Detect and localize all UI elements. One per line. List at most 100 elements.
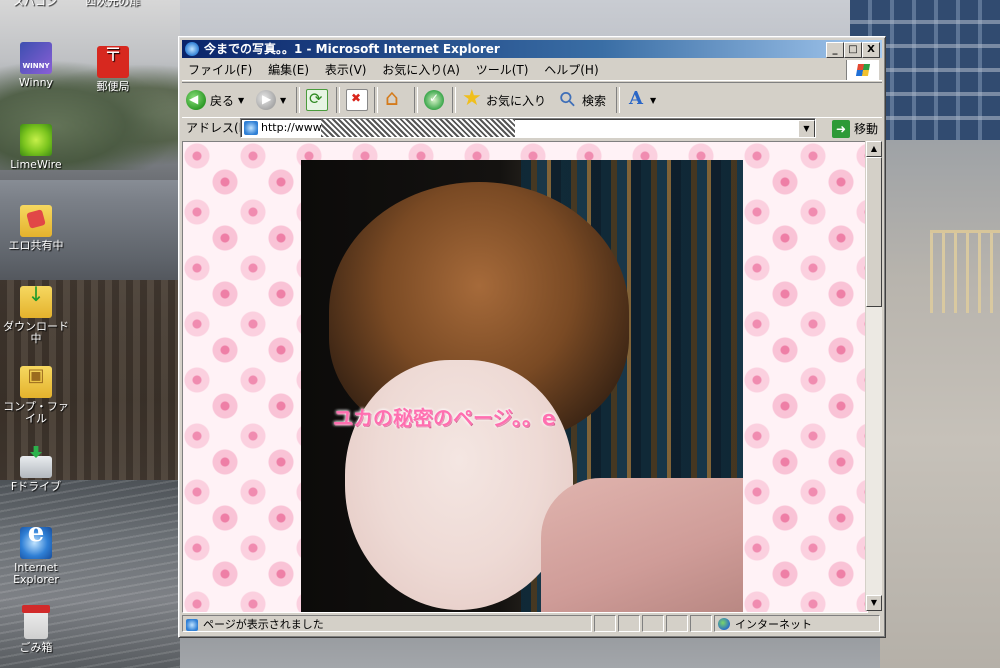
menu-favorites[interactable]: お気に入り(A) [376,60,466,80]
menu-help[interactable]: ヘルプ(H) [538,60,604,80]
scroll-up-button[interactable]: ▲ [866,141,882,157]
toolbar-separator [296,87,300,113]
forward-button[interactable]: ▼ [256,87,286,113]
back-arrow-icon [186,90,206,110]
font-icon [626,88,646,110]
stop-button[interactable] [346,87,368,113]
history-icon [424,90,444,110]
desktop-icon-label: Winny [18,76,54,89]
scroll-down-button[interactable]: ▼ [866,595,882,611]
toolbar: 戻る ▼ ▼ お気に入り 検索 ▼ [182,82,882,118]
address-input[interactable]: http://www. ▼ [240,118,816,138]
scroll-thumb[interactable] [866,157,882,307]
page-photo [301,160,743,612]
maximize-button[interactable]: □ [844,42,862,58]
toolbar-separator [414,87,418,113]
censored-url-mosaic [321,119,515,137]
photo-shirt [541,478,743,612]
vertical-scrollbar[interactable]: ▲ ▼ [865,141,882,611]
desktop-icon-label: ごみ箱 [19,641,53,654]
folder-icon [20,205,52,237]
font-size-button[interactable]: ▼ [626,87,656,113]
menu-tools[interactable]: ツール(T) [470,60,535,80]
favorites-button[interactable]: お気に入り [462,86,547,113]
desktop-icon-compressed-folder[interactable]: コンプ・ファイル [1,366,71,425]
chevron-down-icon: ▼ [280,95,287,105]
search-icon [558,90,578,110]
title-bar[interactable]: 今までの写真。。1 - Microsoft Internet Explorer … [182,40,882,58]
refresh-icon [306,89,328,111]
ie-icon [185,42,199,56]
limewire-icon [20,124,52,156]
toolbar-separator [616,87,620,113]
go-arrow-icon: ➜ [831,120,850,138]
winny-icon [20,42,52,74]
page-done-icon [186,619,198,631]
desktop-icon-label: エロ共有中 [8,239,64,252]
page-icon [244,121,258,135]
globe-icon [718,618,730,630]
recycle-bin-icon [22,605,50,639]
forward-arrow-icon [256,90,276,110]
desktop-icon-label-fragment[interactable]: 四次元の扉 [78,0,148,8]
window-title: 今までの写真。。1 - Microsoft Internet Explorer [204,42,500,56]
page-overlay-title: ユカの秘密のページ。。e [333,406,556,430]
history-button[interactable] [424,87,444,113]
status-bar: ページが表示されました インターネット [182,614,882,634]
toolbar-separator [452,87,456,113]
desktop-icon-label: 郵便局 [96,80,130,93]
address-url: http://www. [261,121,325,134]
menu-edit[interactable]: 編集(E) [262,60,315,80]
status-pane [594,615,616,632]
chevron-down-icon: ▼ [650,95,657,105]
ie-icon [20,527,52,559]
desktop-icon-label: ダウンロード中 [3,320,69,345]
refresh-button[interactable] [306,87,328,113]
search-button[interactable]: 検索 [558,87,606,113]
chevron-down-icon: ▼ [238,95,245,105]
status-message-cell: ページが表示されました [182,615,592,632]
go-button[interactable]: ➜ 移動 [831,118,878,140]
status-pane [666,615,688,632]
desktop-icon-label: コンプ・ファイル [3,400,69,425]
toolbar-separator [374,87,378,113]
minimize-button[interactable]: _ [826,42,844,58]
status-pane [618,615,640,632]
status-pane [642,615,664,632]
desktop-icon-label: Fドライブ [10,480,62,493]
desktop-icon-post-office[interactable]: 郵便局 [78,46,148,93]
menu-file[interactable]: ファイル(F) [182,60,258,80]
address-bar: アドレス(D) http://www. ▼ ➜ 移動 [182,117,882,139]
star-icon [462,86,482,111]
download-folder-icon [20,286,52,318]
status-message: ページが表示されました [203,618,324,631]
desktop-icon-folder-share[interactable]: エロ共有中 [1,205,71,252]
background-pier [880,140,1000,668]
desktop-icon-internet-explorer[interactable]: Internet Explorer [1,527,71,586]
post-office-icon [97,46,129,78]
desktop-icon-folder-download[interactable]: ダウンロード中 [1,286,71,345]
stop-icon [346,89,368,111]
menu-view[interactable]: 表示(V) [319,60,373,80]
back-button[interactable]: 戻る ▼ [186,87,244,113]
back-label: 戻る [210,93,235,108]
desktop-icon-limewire[interactable]: LimeWire [1,124,71,171]
desktop-icon-label: LimeWire [10,158,62,171]
desktop-icon-f-drive[interactable]: Fドライブ [1,446,71,493]
home-button[interactable] [384,86,404,113]
address-dropdown-button[interactable]: ▼ [798,120,815,137]
security-zone-label: インターネット [735,618,812,631]
favorites-label: お気に入り [486,93,547,108]
toolbar-separator [336,87,340,113]
close-button[interactable]: X [862,42,880,58]
page-content[interactable]: ユカの秘密のページ。。e [182,141,868,613]
windows-logo-icon [846,60,879,80]
desktop-icon-label-fragment[interactable]: スパコン [0,0,70,8]
ie-window[interactable]: 今までの写真。。1 - Microsoft Internet Explorer … [178,36,886,638]
desktop-icon-recycle-bin[interactable]: ごみ箱 [1,605,71,654]
compressed-folder-icon [20,366,52,398]
desktop-icon-label: Internet Explorer [13,561,59,586]
menu-bar: ファイル(F) 編集(E) 表示(V) お気に入り(A) ツール(T) ヘルプ(… [182,60,882,81]
desktop-icon-winny[interactable]: Winny [1,42,71,89]
drive-icon [20,456,52,478]
